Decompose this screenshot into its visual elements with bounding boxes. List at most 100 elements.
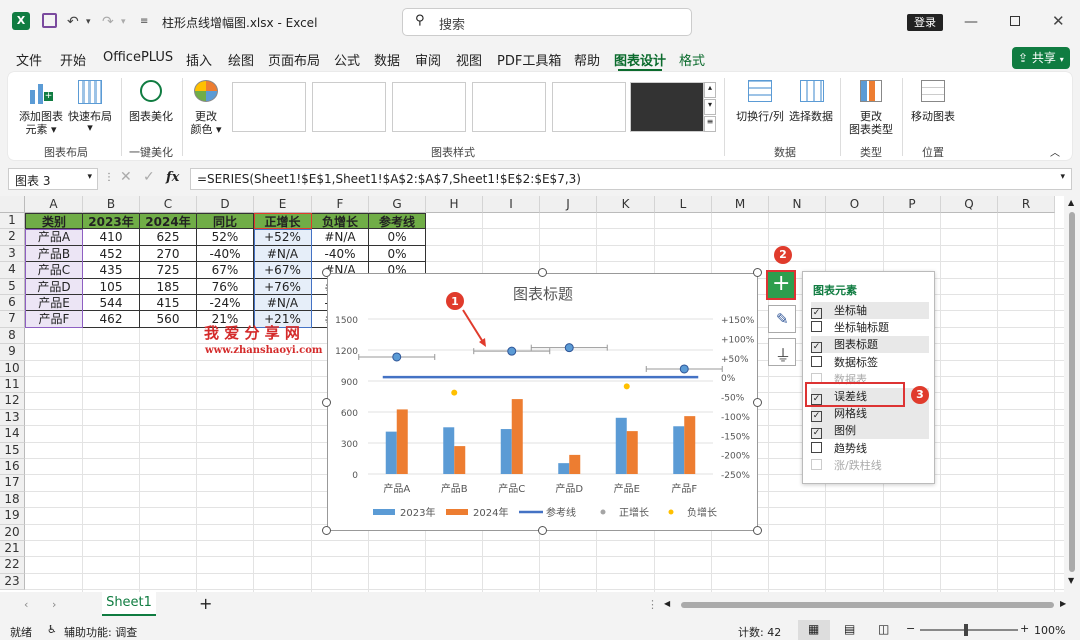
row-header[interactable]: 20: [0, 524, 25, 541]
style-more-icon[interactable]: ≡: [704, 116, 716, 132]
table-cell[interactable]: #N/A: [254, 295, 312, 312]
chart-element-option[interactable]: ✓ 图表标题: [811, 336, 929, 354]
table-cell[interactable]: 0%: [369, 229, 426, 246]
menu-insert[interactable]: 插入: [186, 50, 212, 69]
table-header-cell[interactable]: 类别: [25, 213, 83, 230]
checkbox-checked-icon[interactable]: ✓: [811, 411, 822, 423]
chart-element-option[interactable]: ✓ 坐标轴: [811, 302, 929, 319]
table-cell[interactable]: 产品E: [25, 295, 83, 312]
undo-icon[interactable]: ↶: [67, 14, 79, 30]
column-header[interactable]: L: [655, 196, 712, 213]
quick-layout-button[interactable]: 快速布局 ▾: [66, 78, 114, 136]
table-cell[interactable]: 544: [83, 295, 140, 312]
tab-scroll-right-icon[interactable]: ›: [52, 598, 56, 611]
row-header[interactable]: 12: [0, 393, 25, 410]
resize-handle[interactable]: [322, 398, 331, 407]
chart-element-option[interactable]: 趋势线: [811, 440, 929, 457]
collapse-ribbon-icon[interactable]: ︿: [1050, 144, 1060, 159]
chart-style-1[interactable]: [232, 82, 306, 132]
chart[interactable]: 图表标题 0 300 600 900 1200 1500 +150% +100% +50% 0% -5…: [327, 273, 758, 531]
chart-element-option[interactable]: 坐标轴标题: [811, 319, 929, 336]
table-cell[interactable]: 452: [83, 245, 140, 263]
row-header[interactable]: 17: [0, 475, 25, 492]
select-data-button[interactable]: 选择数据: [788, 78, 834, 124]
checkbox-icon[interactable]: [811, 441, 822, 453]
tab-split-icon[interactable]: ⋮: [647, 598, 658, 611]
style-scroll-down-icon[interactable]: ▾: [704, 99, 716, 115]
menu-file[interactable]: 文件: [16, 50, 42, 69]
table-cell[interactable]: 产品D: [25, 278, 83, 295]
row-header[interactable]: 2: [0, 229, 25, 246]
menu-formulas[interactable]: 公式: [334, 50, 360, 69]
chart-style-6[interactable]: [630, 82, 704, 132]
table-cell[interactable]: 625: [140, 229, 197, 246]
insert-function-icon[interactable]: fx: [166, 170, 179, 185]
row-header[interactable]: 8: [0, 327, 25, 345]
sheet-tab-sheet1[interactable]: Sheet1: [102, 592, 156, 616]
row-header[interactable]: 14: [0, 426, 25, 443]
enter-icon[interactable]: ✓: [143, 169, 155, 185]
maximize-icon[interactable]: [1010, 16, 1020, 26]
row-header[interactable]: 6: [0, 295, 25, 312]
menu-data[interactable]: 数据: [374, 50, 400, 69]
table-header-cell[interactable]: 同比: [197, 213, 254, 230]
menu-view[interactable]: 视图: [456, 50, 482, 69]
column-header[interactable]: Q: [941, 196, 998, 213]
scroll-thumb[interactable]: [1069, 212, 1075, 572]
row-header[interactable]: 1: [0, 213, 25, 230]
undo-dropdown-icon[interactable]: ▾: [86, 17, 91, 27]
column-header[interactable]: N: [769, 196, 826, 213]
expand-formula-icon[interactable]: ▾: [1060, 172, 1065, 182]
save-icon[interactable]: [42, 13, 57, 28]
menu-draw[interactable]: 绘图: [228, 50, 254, 69]
column-header[interactable]: O: [826, 196, 884, 213]
menu-review[interactable]: 审阅: [415, 50, 441, 69]
table-cell[interactable]: 725: [140, 262, 197, 279]
menu-format[interactable]: 格式: [679, 50, 705, 69]
vertical-scrollbar[interactable]: ▲ ▼: [1064, 196, 1080, 592]
add-chart-element-button[interactable]: + 添加图表 元素 ▾: [18, 78, 64, 136]
table-cell[interactable]: 52%: [197, 229, 254, 246]
chart-beautify-button[interactable]: 图表美化: [126, 78, 176, 136]
row-header[interactable]: 18: [0, 491, 25, 509]
resize-handle[interactable]: [753, 526, 762, 535]
chart-style-3[interactable]: [392, 82, 466, 132]
table-header-cell[interactable]: 负增长: [312, 213, 369, 230]
row-header[interactable]: 9: [0, 344, 25, 361]
resize-handle[interactable]: [753, 398, 762, 407]
change-colors-button[interactable]: 更改 颜色 ▾: [186, 78, 226, 136]
table-cell[interactable]: +76%: [254, 278, 312, 295]
row-header[interactable]: 16: [0, 459, 25, 476]
table-cell[interactable]: 435: [83, 262, 140, 279]
row-header[interactable]: 19: [0, 508, 25, 525]
row-header[interactable]: 5: [0, 278, 25, 295]
column-header[interactable]: A: [25, 196, 83, 213]
table-header-cell[interactable]: 2024年: [140, 213, 197, 230]
table-cell[interactable]: 产品A: [25, 229, 83, 246]
resize-handle[interactable]: [538, 268, 547, 277]
table-cell[interactable]: +67%: [254, 262, 312, 279]
page-break-view-icon[interactable]: ◫: [878, 622, 889, 636]
zoom-slider[interactable]: [920, 629, 1018, 631]
table-cell[interactable]: 产品B: [25, 245, 83, 263]
scroll-up-icon[interactable]: ▲: [1068, 198, 1074, 207]
chart-element-option[interactable]: ✓ 图例: [811, 422, 929, 440]
redo-dropdown-icon[interactable]: ▾: [121, 17, 126, 27]
close-icon[interactable]: ✕: [1052, 12, 1065, 30]
zoom-out-icon[interactable]: −: [906, 622, 915, 635]
table-cell[interactable]: 185: [140, 278, 197, 295]
row-header[interactable]: 13: [0, 409, 25, 427]
chart-styles-button[interactable]: ✎: [768, 305, 796, 333]
table-cell[interactable]: 410: [83, 229, 140, 246]
column-header[interactable]: D: [197, 196, 254, 213]
table-cell[interactable]: -24%: [197, 295, 254, 312]
column-header[interactable]: P: [884, 196, 941, 213]
checkbox-checked-icon[interactable]: ✓: [811, 308, 822, 319]
table-header-cell[interactable]: 参考线: [369, 213, 426, 230]
resize-handle[interactable]: [753, 268, 762, 277]
table-cell[interactable]: 270: [140, 245, 197, 263]
accessibility-status[interactable]: 辅助功能: 调查: [64, 624, 137, 640]
table-cell[interactable]: 0%: [369, 245, 426, 263]
menu-home[interactable]: 开始: [60, 50, 86, 69]
formula-menu-icon[interactable]: ⋮: [104, 172, 114, 183]
